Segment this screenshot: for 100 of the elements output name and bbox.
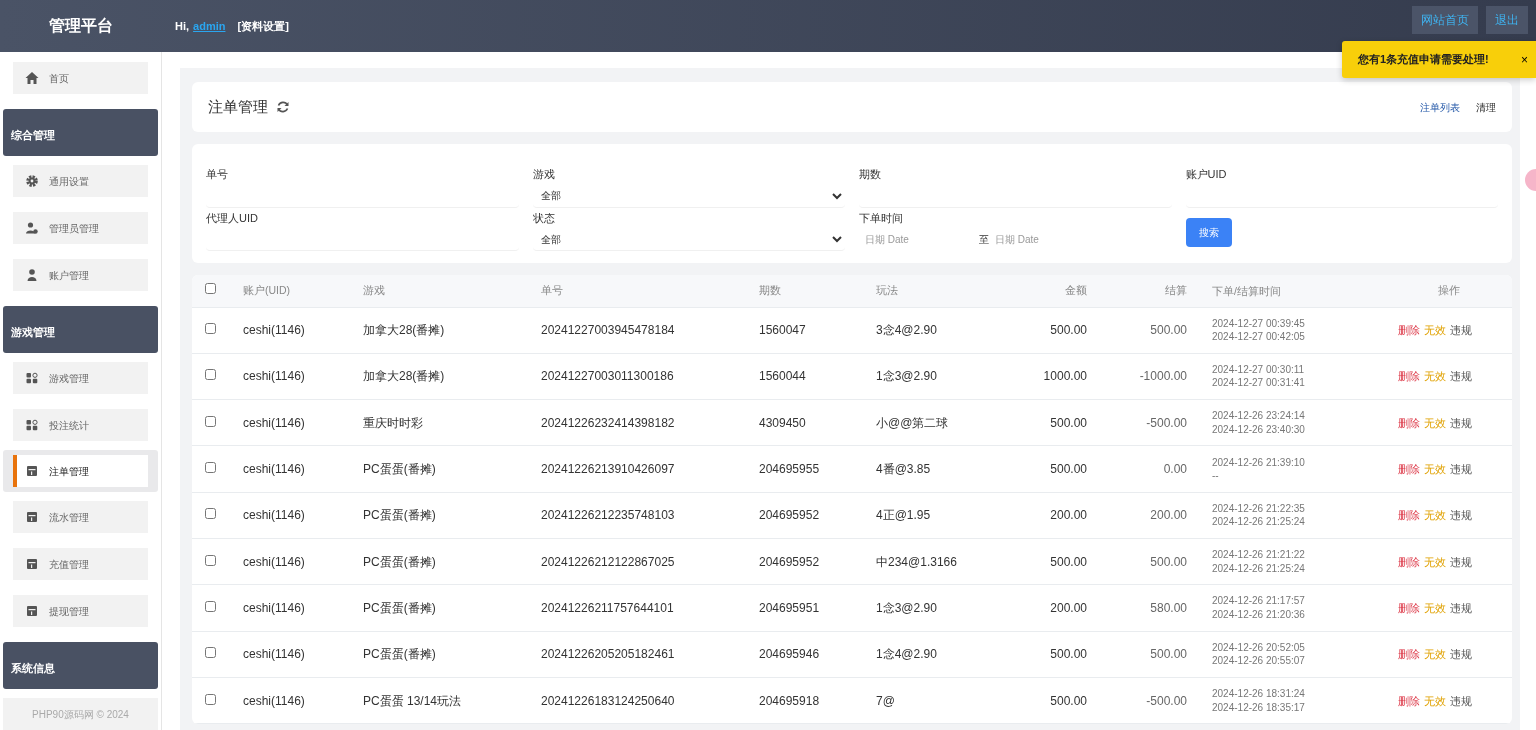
table-cell: ceshi(1146) [242, 538, 362, 585]
copyright-text: PHP90源码网 © 2024 [3, 698, 158, 730]
sidebar-section-header[interactable]: 综合管理 [3, 109, 158, 156]
sidebar-item[interactable]: 注单管理 [13, 455, 148, 487]
bet-time: 2024-12-26 21:22:35 [1212, 501, 1306, 516]
table-cell: PC蛋蛋(番摊) [362, 492, 540, 539]
row-action-link[interactable]: 违规 [1450, 370, 1472, 383]
table-cell: ceshi(1146) [242, 353, 362, 400]
table-cell: 20241226183124250640 [540, 677, 758, 724]
row-action-link[interactable]: 删除 [1398, 694, 1420, 707]
select-all-checkbox[interactable] [205, 282, 216, 294]
table-cell: 7@ [875, 677, 1005, 724]
sidebar-section-header[interactable]: 游戏管理 [3, 306, 158, 353]
table-cell: ceshi(1146) [242, 631, 362, 678]
sidebar-item[interactable]: 流水管理 [13, 501, 148, 533]
bet-time: 2024-12-26 23:24:14 [1212, 409, 1306, 423]
sidebar-item[interactable]: 投注统计 [13, 409, 148, 441]
row-action-link[interactable]: 违规 [1450, 694, 1472, 707]
table-cell: PC蛋蛋(番摊) [362, 445, 540, 493]
settle-time: 2024-12-26 23:40:30 [1212, 422, 1306, 437]
row-action-link[interactable]: 违规 [1450, 324, 1472, 337]
profile-settings-link[interactable]: [资料设置] [237, 17, 289, 35]
sidebar-item[interactable]: 提现管理 [13, 595, 148, 627]
table-cell: 1念3@2.90 [875, 353, 1005, 400]
table-cell: 500.00 [1095, 538, 1195, 585]
sidebar-section-header[interactable]: 系统信息 [3, 642, 158, 689]
field-label: 账户UID [1185, 167, 1228, 182]
row-action-link[interactable]: 违规 [1450, 416, 1472, 429]
table-cell: 1000.00 [1005, 353, 1095, 400]
table-cell: 20241227003011300186 [540, 353, 758, 400]
header-link[interactable]: 清理 [1476, 99, 1496, 115]
row-action-link[interactable]: 删除 [1398, 509, 1420, 522]
table-cell: 20241226213910426097 [540, 445, 758, 493]
sidebar-item[interactable]: 管理员管理 [13, 212, 148, 244]
column-header: 下单/结算时间 [1195, 275, 1385, 307]
table-cell: 500.00 [1005, 538, 1095, 585]
field-label: 下单时间 [859, 210, 904, 226]
table-cell: PC蛋蛋(番摊) [362, 538, 540, 585]
header-link[interactable]: 注单列表 [1420, 99, 1460, 115]
row-checkbox[interactable] [205, 508, 216, 520]
row-action-link[interactable]: 违规 [1450, 509, 1472, 522]
row-action-link[interactable]: 违规 [1450, 648, 1472, 661]
row-action-link[interactable]: 违规 [1450, 601, 1472, 614]
greeting: Hi, [175, 18, 190, 34]
bet-time: 2024-12-27 00:39:45 [1212, 316, 1306, 331]
table-cell: 200.00 [1005, 492, 1095, 539]
table-cell: 200.00 [1095, 492, 1195, 539]
table-cell: PC蛋蛋 13/14玩法 [362, 677, 540, 724]
table-cell: 500.00 [1005, 631, 1095, 678]
close-button[interactable]: × [1519, 50, 1530, 69]
header-button[interactable]: 退出 [1486, 6, 1528, 34]
sidebar-item[interactable]: 账户管理 [13, 259, 148, 291]
bet-time: 2024-12-26 18:31:24 [1212, 687, 1306, 701]
table-cell: 1念4@2.90 [875, 631, 1005, 678]
field-label: 单号 [206, 167, 229, 182]
row-checkbox[interactable] [205, 693, 216, 705]
sidebar-item[interactable]: 游戏管理 [13, 362, 148, 394]
bet-time: 2024-12-26 20:52:05 [1212, 640, 1306, 655]
table-cell: 小@@第二球 [875, 399, 1005, 446]
row-action-link[interactable]: 删除 [1398, 555, 1420, 568]
table-cell: PC蛋蛋(番摊) [362, 584, 540, 632]
table-icon [25, 557, 39, 571]
grid-icon [25, 418, 39, 432]
table-cell: 中234@1.3166 [875, 538, 1005, 585]
table-cell: ceshi(1146) [242, 445, 362, 493]
row-checkbox[interactable] [205, 647, 216, 659]
row-action-link[interactable]: 删除 [1398, 463, 1420, 476]
row-action-link[interactable]: 删除 [1398, 324, 1420, 337]
table-cell: 加拿大28(番摊) [362, 307, 540, 354]
column-header: 游戏 [362, 275, 540, 307]
range-separator: 至 [979, 233, 989, 247]
row-checkbox[interactable] [205, 323, 216, 335]
row-checkbox[interactable] [205, 369, 216, 381]
search-button[interactable]: 搜索 [1185, 217, 1232, 247]
row-action-link[interactable]: 删除 [1398, 370, 1420, 383]
table-cell: 20241226205205182461 [540, 631, 758, 678]
table-cell: 4正@1.95 [875, 492, 1005, 539]
row-checkbox[interactable] [205, 415, 216, 427]
field-label: 期数 [859, 167, 882, 182]
sidebar-item[interactable]: 首页 [13, 62, 148, 94]
column-header: 结算 [1095, 275, 1195, 307]
header-button[interactable]: 网站首页 [1412, 6, 1478, 34]
row-checkbox[interactable] [205, 554, 216, 566]
row-action-link[interactable]: 删除 [1398, 601, 1420, 614]
row-action-link[interactable]: 删除 [1398, 416, 1420, 429]
settle-time: 2024-12-26 21:25:24 [1212, 515, 1306, 529]
username-link[interactable]: admin [193, 17, 226, 35]
user-icon [25, 268, 39, 282]
row-action-link[interactable]: 违规 [1450, 463, 1472, 476]
row-action-link[interactable]: 删除 [1398, 648, 1420, 661]
table-cell: ceshi(1146) [242, 492, 362, 539]
row-checkbox[interactable] [205, 462, 216, 474]
table-cell: 200.00 [1005, 584, 1095, 632]
sidebar-item[interactable]: 充值管理 [13, 548, 148, 580]
refresh-icon[interactable] [276, 100, 290, 114]
sidebar-item[interactable]: 通用设置 [13, 165, 148, 197]
row-checkbox[interactable] [205, 600, 216, 612]
row-action-link[interactable]: 违规 [1450, 555, 1472, 568]
users-icon [25, 221, 39, 235]
table-cell: ceshi(1146) [242, 307, 362, 354]
